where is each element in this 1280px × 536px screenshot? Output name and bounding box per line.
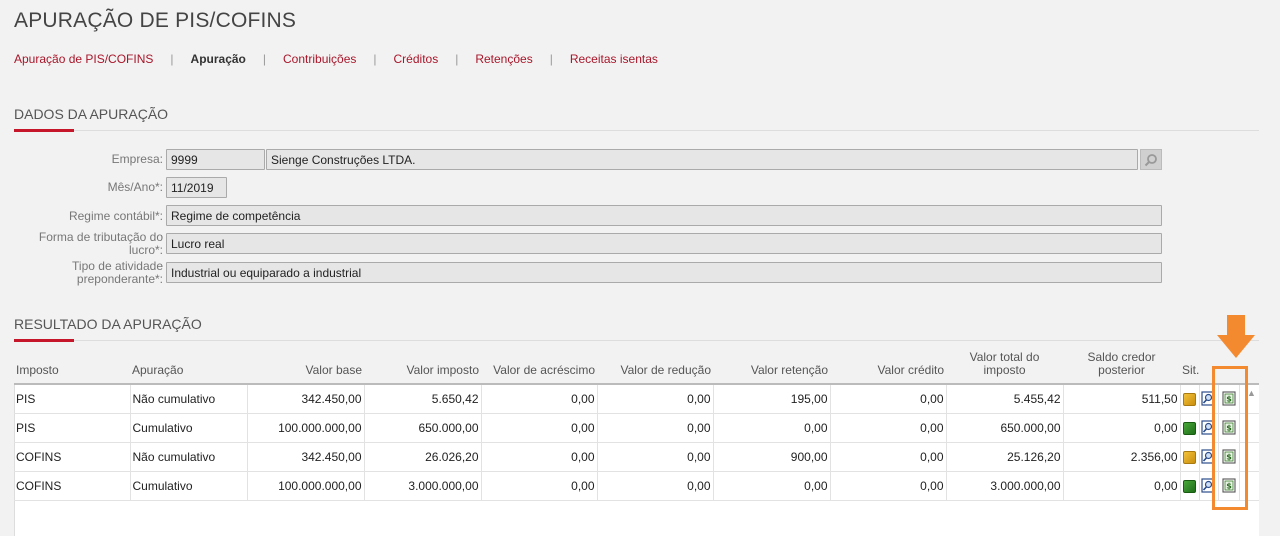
tab-separator: | (262, 52, 267, 66)
cell-valor-total: 650.000,00 (946, 413, 1064, 443)
status-green-icon (1183, 479, 1196, 493)
section-title-resultado: RESULTADO DA APURAÇÃO (14, 316, 202, 332)
tab-separator: | (373, 52, 377, 66)
cell-saldo-credor: 511,50 (1063, 384, 1181, 414)
section-divider (14, 340, 1259, 341)
cell-valor-acrescimo: 0,00 (481, 413, 598, 443)
table-row[interactable]: PIS Cumulativo 100.000.000,00 650.000,00 0,0… (14, 413, 1259, 443)
cell-situacao (1180, 384, 1200, 414)
tab-bar: Apuração de PIS/COFINS | Apuração | Cont… (14, 52, 658, 66)
cell-situacao (1180, 413, 1200, 443)
result-table: Imposto Apuração Valor base Valor impost… (14, 350, 1259, 501)
empresa-name-field[interactable]: Sienge Construções LTDA. (266, 149, 1138, 170)
cell-valor-reducao: 0,00 (597, 442, 714, 472)
col-header-valor-reducao[interactable]: Valor de redução (597, 350, 713, 385)
cell-valor-base: 342.450,00 (247, 384, 365, 414)
section-divider (14, 130, 1259, 131)
col-header-valor-imposto[interactable]: Valor imposto (364, 350, 481, 385)
cell-imposto: PIS (14, 384, 131, 414)
section-title-dados: DADOS DA APURAÇÃO (14, 106, 169, 122)
cell-valor-credito: 0,00 (830, 442, 947, 472)
cell-saldo-credor: 0,00 (1063, 471, 1181, 501)
cell-apuracao: Não cumulativo (130, 442, 248, 472)
tab-apuracao[interactable]: Apuração (191, 52, 246, 66)
cell-situacao (1180, 471, 1200, 501)
cell-imposto: PIS (14, 413, 131, 443)
cell-apuracao: Cumulativo (130, 413, 248, 443)
col-header-valor-credito[interactable]: Valor crédito (830, 350, 946, 385)
cell-situacao (1180, 442, 1200, 472)
cell-valor-acrescimo: 0,00 (481, 442, 598, 472)
mes-ano-label: Mês/Ano*: (107, 180, 163, 194)
section-accent (14, 339, 74, 342)
cell-valor-total: 5.455,42 (946, 384, 1064, 414)
cell-valor-credito: 0,00 (830, 384, 947, 414)
cell-valor-reducao: 0,00 (597, 471, 714, 501)
empresa-search-button[interactable] (1140, 149, 1162, 170)
cell-valor-imposto: 26.026,20 (364, 442, 482, 472)
col-header-valor-base[interactable]: Valor base (247, 350, 364, 385)
tipo-atividade-field[interactable]: Industrial ou equiparado a industrial (166, 262, 1162, 283)
cell-saldo-credor: 2.356,00 (1063, 442, 1181, 472)
section-accent (14, 129, 74, 132)
arrow-down-icon (1217, 315, 1255, 358)
status-green-icon (1183, 421, 1196, 435)
cell-valor-retencao: 0,00 (713, 471, 831, 501)
cell-valor-acrescimo: 0,00 (481, 384, 598, 414)
cell-valor-base: 100.000.000,00 (247, 471, 365, 501)
cell-valor-total: 3.000.000,00 (946, 471, 1064, 501)
cell-valor-acrescimo: 0,00 (481, 471, 598, 501)
page-title: APURAÇÃO DE PIS/COFINS (14, 9, 297, 32)
status-yellow-icon (1183, 392, 1196, 406)
regime-field[interactable]: Regime de competência (166, 205, 1162, 226)
tab-separator: | (455, 52, 459, 66)
tab-creditos[interactable]: Créditos (394, 52, 439, 66)
col-header-saldo-credor[interactable]: Saldo credor posterior (1063, 350, 1180, 385)
mes-ano-field[interactable]: 11/2019 (166, 177, 227, 198)
search-icon (1144, 153, 1157, 166)
highlight-box (1212, 366, 1248, 510)
col-header-valor-total[interactable]: Valor total do imposto (946, 350, 1063, 385)
col-header-apuracao[interactable]: Apuração (130, 350, 247, 385)
tab-separator: | (170, 52, 174, 66)
col-header-valor-retencao[interactable]: Valor retenção (713, 350, 830, 385)
cell-valor-reducao: 0,00 (597, 413, 714, 443)
scrollbar-up-arrow[interactable]: ▲ (1247, 388, 1256, 398)
cell-valor-retencao: 900,00 (713, 442, 831, 472)
cell-valor-credito: 0,00 (830, 413, 947, 443)
col-header-imposto[interactable]: Imposto (14, 350, 130, 385)
cell-apuracao: Cumulativo (130, 471, 248, 501)
cell-valor-retencao: 195,00 (713, 384, 831, 414)
cell-valor-imposto: 650.000,00 (364, 413, 482, 443)
tab-receitas-isentas[interactable]: Receitas isentas (570, 52, 658, 66)
forma-tributacao-label: Forma de tributação do lucro*: (38, 230, 163, 257)
tab-retencoes[interactable]: Retenções (475, 52, 532, 66)
cell-valor-retencao: 0,00 (713, 413, 831, 443)
table-row[interactable]: COFINS Não cumulativo 342.450,00 26.026,20 0… (14, 442, 1259, 472)
col-header-valor-acrescimo[interactable]: Valor de acréscimo (481, 350, 597, 385)
cell-saldo-credor: 0,00 (1063, 413, 1181, 443)
empresa-code-field[interactable]: 9999 (166, 149, 265, 170)
tab-contribuicoes[interactable]: Contribuições (283, 52, 356, 66)
cell-valor-base: 100.000.000,00 (247, 413, 365, 443)
regime-label: Regime contábil*: (68, 209, 163, 223)
table-header-row: Imposto Apuração Valor base Valor impost… (14, 350, 1259, 385)
cell-valor-credito: 0,00 (830, 471, 947, 501)
table-row[interactable]: PIS Não cumulativo 342.450,00 5.650,42 0,00 0… (14, 384, 1259, 414)
cell-valor-imposto: 3.000.000,00 (364, 471, 482, 501)
cell-valor-imposto: 5.650,42 (364, 384, 482, 414)
cell-apuracao: Não cumulativo (130, 384, 248, 414)
empresa-label: Empresa: (111, 152, 163, 166)
tab-separator: | (549, 52, 553, 66)
status-yellow-icon (1183, 450, 1196, 464)
cell-valor-base: 342.450,00 (247, 442, 365, 472)
cell-imposto: COFINS (14, 442, 131, 472)
cell-valor-reducao: 0,00 (597, 384, 714, 414)
tipo-atividade-label: Tipo de atividade preponderante*: (72, 259, 163, 286)
forma-tributacao-field[interactable]: Lucro real (166, 233, 1162, 254)
tab-apuracao-pis-cofins[interactable]: Apuração de PIS/COFINS (14, 52, 153, 66)
cell-valor-total: 25.126,20 (946, 442, 1064, 472)
cell-imposto: COFINS (14, 471, 131, 501)
table-row[interactable]: COFINS Cumulativo 100.000.000,00 3.000.000,… (14, 471, 1259, 501)
